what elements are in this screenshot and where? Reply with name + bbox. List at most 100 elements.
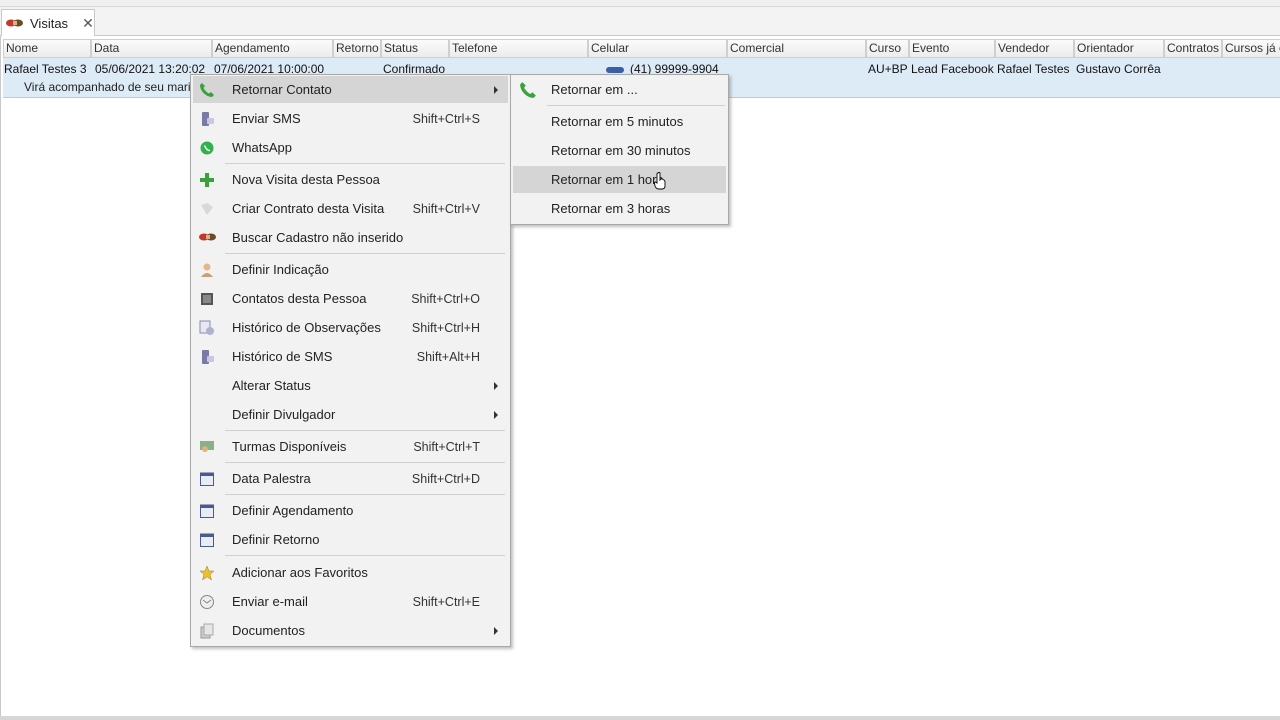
col-celular[interactable]: Celular bbox=[588, 39, 727, 58]
menu-item-adicionar-favoritos[interactable]: Adicionar aos Favoritos bbox=[193, 559, 508, 586]
calendar-icon bbox=[199, 471, 215, 487]
menu-separator bbox=[547, 105, 725, 106]
menu-item-definir-divulgador[interactable]: Definir Divulgador bbox=[193, 401, 508, 428]
menu-item-documentos[interactable]: Documentos bbox=[193, 617, 508, 644]
col-telefone[interactable]: Telefone bbox=[449, 39, 588, 58]
menu-item-label: Enviar SMS bbox=[232, 111, 301, 126]
menu-item-label: WhatsApp bbox=[232, 140, 292, 155]
star-icon bbox=[199, 565, 215, 581]
submenu-item-label: Retornar em ... bbox=[551, 82, 638, 97]
chevron-right-icon bbox=[494, 410, 498, 419]
menu-item-shortcut: Shift+Ctrl+E bbox=[412, 594, 480, 609]
menu-item-label: Enviar e-mail bbox=[232, 594, 308, 609]
email-icon bbox=[199, 594, 215, 610]
notes-history-icon bbox=[199, 320, 215, 336]
submenu-item-label: Retornar em 1 hora bbox=[551, 172, 664, 187]
menu-item-label: Definir Indicação bbox=[232, 262, 329, 277]
menu-item-enviar-email[interactable]: Enviar e-mail Shift+Ctrl+E bbox=[193, 588, 508, 615]
menu-item-enviar-sms[interactable]: Enviar SMS Shift+Ctrl+S bbox=[193, 105, 508, 132]
submenu-item-retornar-em[interactable]: Retornar em ... bbox=[513, 76, 726, 103]
col-evento[interactable]: Evento bbox=[909, 39, 995, 58]
menu-item-retornar-contato[interactable]: Retornar Contato bbox=[193, 76, 508, 103]
menu-item-buscar-cadastro[interactable]: Buscar Cadastro não inserido bbox=[193, 224, 508, 251]
col-comercial[interactable]: Comercial bbox=[727, 39, 866, 58]
menu-item-alterar-status[interactable]: Alterar Status bbox=[193, 372, 508, 399]
menu-item-shortcut: Shift+Ctrl+S bbox=[412, 111, 480, 126]
menu-item-shortcut: Shift+Alt+H bbox=[416, 349, 480, 364]
chevron-right-icon bbox=[494, 85, 498, 94]
plus-icon bbox=[199, 172, 215, 188]
menu-item-label: Alterar Status bbox=[232, 378, 311, 393]
menu-item-turmas-disponiveis[interactable]: Turmas Disponíveis Shift+Ctrl+T bbox=[193, 433, 508, 460]
menu-separator bbox=[225, 555, 505, 556]
col-cursos[interactable]: Cursos já c bbox=[1222, 39, 1280, 58]
window-top-strip bbox=[0, 0, 1280, 7]
tab-bar: Visitas ✕ bbox=[0, 7, 1280, 36]
menu-item-contatos-pessoa[interactable]: Contatos desta Pessoa Shift+Ctrl+O bbox=[193, 285, 508, 312]
submenu-item-3-horas[interactable]: Retornar em 3 horas bbox=[513, 195, 726, 222]
handshake-icon bbox=[199, 230, 216, 246]
submenu-item-label: Retornar em 3 horas bbox=[551, 201, 671, 216]
phone-icon bbox=[519, 81, 537, 99]
grid-header: Nome Data Agendamento Retorno Status Tel… bbox=[3, 39, 1280, 58]
col-status[interactable]: Status bbox=[381, 39, 449, 58]
menu-item-label: Criar Contrato desta Visita bbox=[232, 201, 385, 216]
menu-item-label: Contatos desta Pessoa bbox=[232, 291, 367, 306]
menu-item-label: Buscar Cadastro não inserido bbox=[232, 230, 404, 245]
menu-item-shortcut: Shift+Ctrl+T bbox=[413, 439, 480, 454]
cell-evento: Lead Facebook bbox=[911, 62, 994, 76]
menu-item-label: Documentos bbox=[232, 623, 305, 638]
col-vendedor[interactable]: Vendedor bbox=[995, 39, 1074, 58]
chevron-right-icon bbox=[494, 381, 498, 390]
menu-item-whatsapp[interactable]: WhatsApp bbox=[193, 134, 508, 161]
phone-icon bbox=[199, 82, 215, 98]
tab-label: Visitas bbox=[30, 15, 69, 31]
status-bar bbox=[0, 716, 1280, 720]
submenu-item-5-minutos[interactable]: Retornar em 5 minutos bbox=[513, 108, 726, 135]
menu-separator bbox=[225, 494, 505, 495]
close-icon[interactable]: ✕ bbox=[82, 15, 94, 32]
mobile-icon bbox=[606, 66, 624, 73]
menu-item-historico-observacoes[interactable]: Histórico de Observações Shift+Ctrl+H bbox=[193, 314, 508, 341]
chevron-right-icon bbox=[494, 626, 498, 635]
menu-separator bbox=[225, 253, 505, 254]
menu-item-label: Adicionar aos Favoritos bbox=[232, 565, 368, 580]
menu-item-label: Histórico de Observações bbox=[232, 320, 381, 335]
contract-icon bbox=[199, 201, 215, 217]
menu-item-definir-indicacao[interactable]: Definir Indicação bbox=[193, 256, 508, 283]
menu-item-definir-retorno[interactable]: Definir Retorno bbox=[193, 526, 508, 553]
menu-item-label: Turmas Disponíveis bbox=[232, 439, 347, 454]
person-icon bbox=[199, 262, 215, 278]
col-nome[interactable]: Nome bbox=[3, 39, 91, 58]
cell-nome: Rafael Testes 3 bbox=[4, 62, 87, 76]
submenu-item-1-hora[interactable]: Retornar em 1 hora bbox=[513, 166, 726, 193]
col-retorno[interactable]: Retorno bbox=[333, 39, 381, 58]
menu-item-criar-contrato[interactable]: Criar Contrato desta Visita Shift+Ctrl+V bbox=[193, 195, 508, 222]
hand-cursor-icon bbox=[654, 172, 666, 190]
menu-item-label: Definir Retorno bbox=[232, 532, 320, 547]
sms-history-icon bbox=[199, 349, 215, 365]
col-agendamento[interactable]: Agendamento bbox=[212, 39, 333, 58]
tab-visitas[interactable]: Visitas ✕ bbox=[1, 9, 95, 36]
menu-item-shortcut: Shift+Ctrl+H bbox=[411, 320, 480, 335]
col-contratos[interactable]: Contratos bbox=[1164, 39, 1222, 58]
col-curso[interactable]: Curso bbox=[866, 39, 909, 58]
calendar-icon bbox=[199, 532, 215, 548]
menu-item-label: Data Palestra bbox=[232, 471, 311, 486]
class-icon bbox=[199, 439, 215, 455]
row-note: Virá acompanhado de seu marido bbox=[24, 80, 194, 94]
col-data[interactable]: Data bbox=[91, 39, 212, 58]
sms-icon bbox=[199, 111, 215, 127]
handshake-icon bbox=[6, 16, 24, 30]
menu-item-nova-visita[interactable]: Nova Visita desta Pessoa bbox=[193, 166, 508, 193]
menu-item-label: Retornar Contato bbox=[232, 82, 332, 97]
submenu-item-30-minutos[interactable]: Retornar em 30 minutos bbox=[513, 137, 726, 164]
menu-item-historico-sms[interactable]: Histórico de SMS Shift+Alt+H bbox=[193, 343, 508, 370]
menu-item-shortcut: Shift+Ctrl+V bbox=[412, 201, 480, 216]
menu-item-definir-agendamento[interactable]: Definir Agendamento bbox=[193, 497, 508, 524]
menu-separator bbox=[225, 462, 505, 463]
contacts-icon bbox=[199, 291, 215, 307]
menu-item-data-palestra[interactable]: Data Palestra Shift+Ctrl+D bbox=[193, 465, 508, 492]
col-orientador[interactable]: Orientador bbox=[1074, 39, 1164, 58]
submenu-item-label: Retornar em 5 minutos bbox=[551, 114, 684, 129]
